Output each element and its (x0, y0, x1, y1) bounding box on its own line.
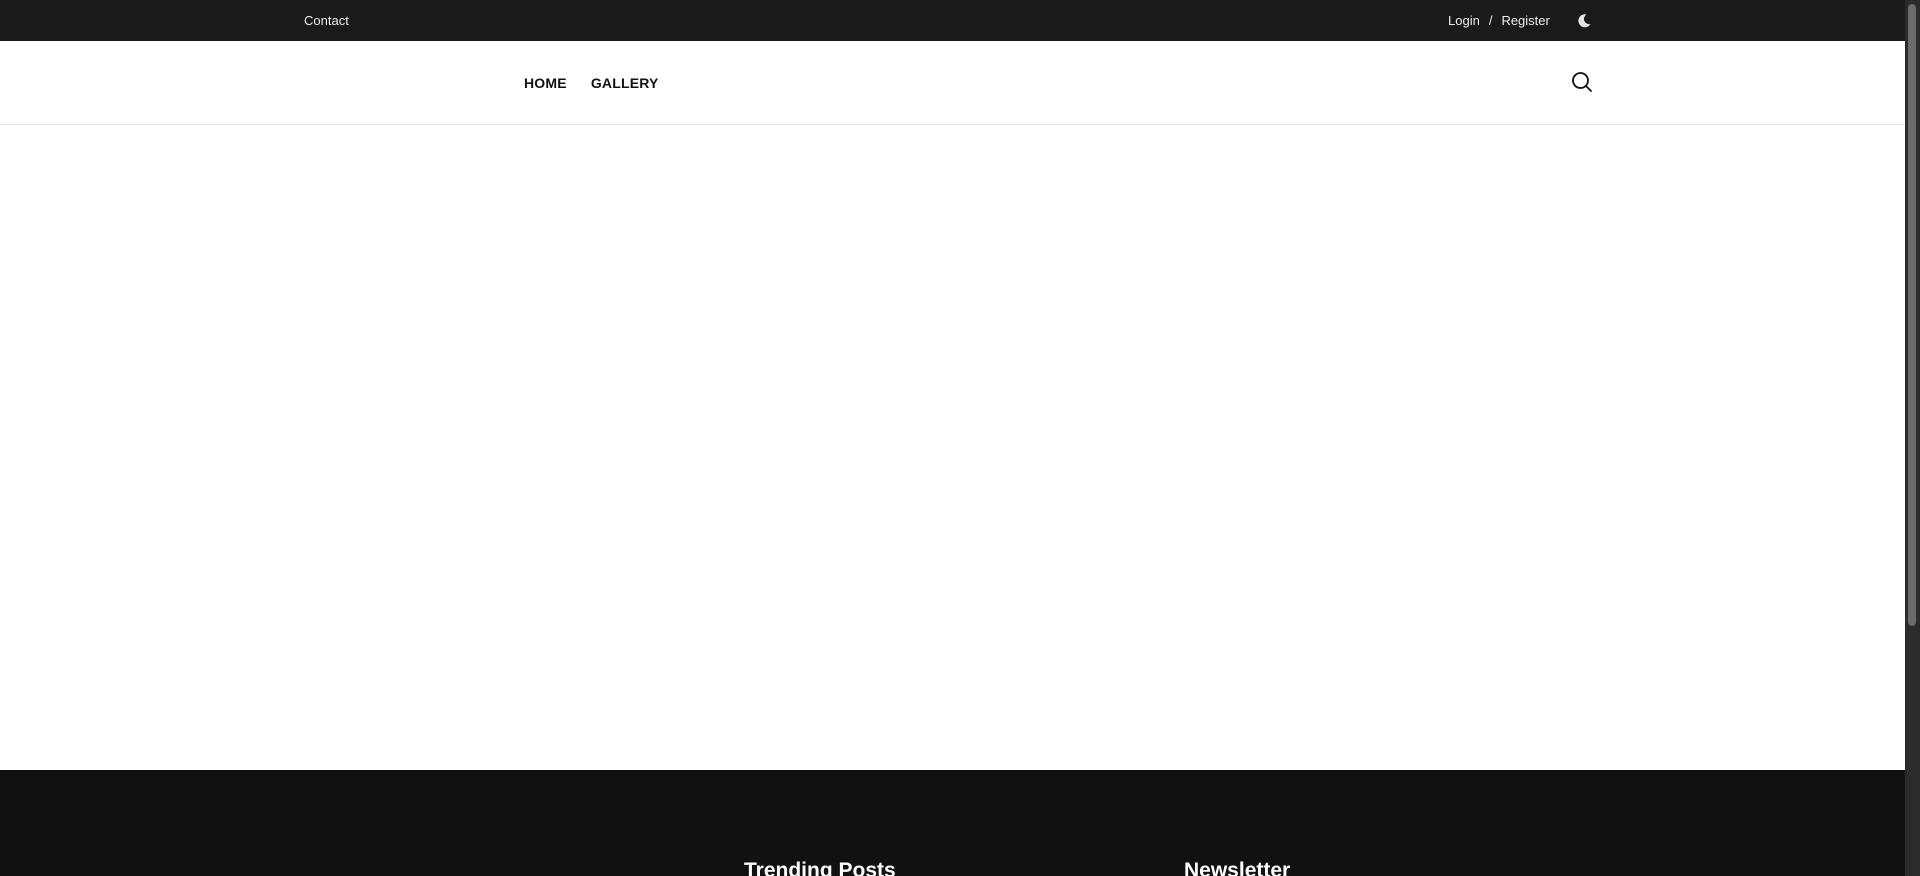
auth-links: Login / Register (1448, 13, 1550, 28)
page-scrollbar[interactable] (1905, 0, 1920, 876)
register-link[interactable]: Register (1501, 13, 1549, 28)
auth-separator: / (1488, 13, 1493, 28)
top-bar: Contact Login / Register (0, 0, 1905, 41)
footer: Trending Posts Newsletter (0, 770, 1905, 876)
scrollbar-thumb[interactable] (1908, 4, 1916, 626)
nav-item-home[interactable]: HOME (524, 75, 567, 91)
trending-posts-heading: Trending Posts (744, 859, 896, 876)
main-content (0, 125, 1905, 770)
login-link[interactable]: Login (1448, 13, 1480, 28)
page: Contact Login / Register HOME GALLERY Tr… (0, 0, 1905, 876)
search-icon[interactable] (1571, 71, 1593, 93)
moon-icon[interactable] (1576, 13, 1592, 29)
main-nav: HOME GALLERY (524, 75, 659, 91)
newsletter-heading: Newsletter (1184, 859, 1291, 876)
main-header: HOME GALLERY (0, 41, 1905, 125)
contact-link[interactable]: Contact (304, 13, 349, 28)
nav-item-gallery[interactable]: GALLERY (591, 75, 659, 91)
